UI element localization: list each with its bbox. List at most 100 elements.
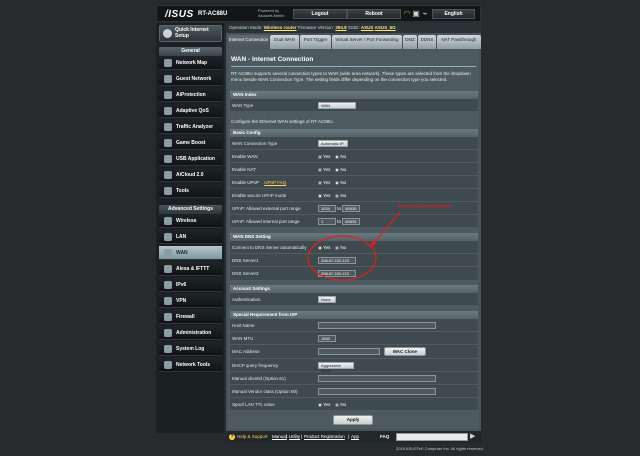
sidebar-item-wireless[interactable]: Wireless: [159, 214, 222, 228]
sidebar-item-vpn[interactable]: VPN: [159, 294, 222, 308]
secure-upnp-no-radio[interactable]: [335, 193, 340, 198]
sidebar-item-alexa-ifttt[interactable]: Alexa & IFTTT: [159, 262, 222, 276]
vendor-class-row: Manual Vendor class (Option 60): [230, 385, 478, 398]
sidebar-item-firewall[interactable]: Firewall: [159, 310, 222, 324]
enable-nat-no-radio[interactable]: [335, 167, 340, 172]
annotation-overlay: [307, 211, 401, 281]
language-select[interactable]: English: [432, 9, 475, 19]
enable-nat-yes-radio[interactable]: [318, 167, 322, 172]
page-title: WAN - Internet Connection: [231, 56, 314, 63]
sidebar-item-aiprotection[interactable]: AiProtection: [159, 88, 222, 102]
tab-internet-connection[interactable]: Internet Connection: [228, 35, 269, 49]
apply-button[interactable]: Apply: [333, 415, 373, 425]
enable-upnp-row: Enable UPnP UPnP FAQ Yes No: [230, 176, 478, 189]
sidebar-item-usb-application[interactable]: USB Application: [159, 152, 222, 166]
system-log-icon: [164, 345, 172, 353]
network-icon[interactable]: ▣: [412, 9, 420, 18]
tab-port-trigger[interactable]: Port Trigger: [300, 35, 331, 49]
tab-ddns[interactable]: DDNS: [418, 35, 436, 49]
configure-note: Configure the Ethernet WAN settings of R…: [231, 119, 334, 124]
wan-mtu-row: WAN MTU 1500: [230, 332, 478, 345]
upnp-faq-link[interactable]: UPnP FAQ: [264, 180, 286, 185]
ipv6-icon: [164, 281, 172, 289]
dhcp-frequency-select[interactable]: Aggressive Mode: [318, 362, 354, 373]
wan-mtu-input[interactable]: 1500: [318, 335, 336, 343]
wan-index-header: WAN Index: [230, 91, 478, 99]
vpn-icon: [164, 297, 172, 305]
wan-icon: [164, 249, 172, 257]
aiprotection-icon: [164, 91, 172, 99]
tab-nat-passthrough[interactable]: NAT Passthrough: [437, 35, 481, 49]
firmware-link[interactable]: 384.8: [335, 25, 346, 30]
copyright-text: 2018 ASUSTeK Computer Inc. All rights re…: [396, 446, 484, 451]
sidebar-item-game-boost[interactable]: Game Boost: [159, 136, 222, 150]
authentication-select[interactable]: None: [318, 296, 336, 304]
administration-icon: [164, 329, 172, 337]
host-name-row: Host Name: [230, 319, 478, 332]
sidebar-item-ipv6[interactable]: IPv6: [159, 278, 222, 292]
sidebar-item-adaptive-qos[interactable]: Adaptive QoS: [159, 104, 222, 118]
ssid-link[interactable]: ASUS: [361, 25, 374, 30]
top-bar: /ISUS RT-AC88U Powered by Asuswrt-Merlin …: [156, 5, 481, 22]
quick-internet-setup-button[interactable]: Quick Internet Setup: [159, 25, 222, 42]
spoof-ttl-yes-radio[interactable]: [318, 402, 322, 407]
sidebar-item-network-tools[interactable]: Network Tools: [159, 358, 222, 372]
product-registration-link[interactable]: Product Registration: [304, 431, 345, 443]
ssid-5g-link[interactable]: ASUS_5G: [375, 25, 396, 30]
usb-icon[interactable]: ⌁: [421, 9, 429, 18]
app-link[interactable]: App: [351, 431, 359, 443]
secure-upnp-yes-radio[interactable]: [318, 193, 322, 198]
enable-upnp-no-radio[interactable]: [335, 180, 340, 185]
annotation-text: OpenDNS FamilyShield: [398, 204, 451, 210]
sidebar-item-aicloud-2-0[interactable]: AiCloud 2.0: [159, 168, 222, 182]
enable-wan-yes-radio[interactable]: [318, 154, 322, 159]
logout-button[interactable]: Logout: [293, 9, 347, 19]
sidebar-item-tools[interactable]: Tools: [159, 184, 222, 198]
clientid-input[interactable]: [318, 375, 436, 383]
sidebar-item-system-log[interactable]: System Log: [159, 342, 222, 356]
faq-label: FAQ: [380, 434, 390, 439]
enable-nat-row: Enable NAT Yes No: [230, 163, 478, 176]
adaptive-qos-icon: [164, 107, 172, 115]
vendor-class-input[interactable]: [318, 388, 436, 396]
wifi-icon[interactable]: ◠: [403, 9, 411, 18]
host-name-input[interactable]: [318, 322, 436, 330]
spoof-ttl-no-radio[interactable]: [335, 402, 340, 407]
mac-address-input[interactable]: [318, 348, 380, 356]
quick-setup-icon: [163, 29, 172, 38]
quick-setup-label: Quick Internet Setup: [175, 27, 209, 39]
search-icon[interactable]: ▶: [470, 433, 478, 441]
tab-dual-wan[interactable]: Dual WAN: [270, 35, 299, 49]
page-description: RT-AC88U supports several connection typ…: [231, 71, 471, 82]
aicloud-2-0-icon: [164, 171, 172, 179]
guest-network-icon: [164, 75, 172, 83]
manual-link[interactable]: Manual: [272, 431, 287, 443]
operation-mode-link[interactable]: Wireless router: [264, 25, 297, 30]
enable-wan-no-radio[interactable]: [335, 154, 340, 159]
help-icon: ?: [229, 434, 235, 440]
enable-wan-row: Enable WAN Yes No: [230, 150, 478, 163]
connection-type-select[interactable]: Automatic IP: [318, 140, 348, 148]
isp-requirement-header: Special Requirement from ISP: [230, 311, 478, 319]
router-admin-page: /ISUS RT-AC88U Powered by Asuswrt-Merlin …: [0, 0, 640, 456]
sidebar-item-lan[interactable]: LAN: [159, 230, 222, 244]
enable-upnp-yes-radio[interactable]: [318, 180, 322, 185]
sidebar-item-network-map[interactable]: Network Map: [159, 56, 222, 70]
sidebar-item-wan[interactable]: WAN: [159, 246, 222, 260]
network-map-icon: [164, 59, 172, 67]
sidebar-item-traffic-analyzer[interactable]: Traffic Analyzer: [159, 120, 222, 134]
mac-clone-button[interactable]: MAC Clone: [384, 347, 426, 356]
faq-search-input[interactable]: [396, 433, 468, 441]
clientid-row: Manual clientid (Option 61): [230, 372, 478, 385]
traffic-analyzer-icon: [164, 123, 172, 131]
wan-type-select[interactable]: WAN: [318, 102, 356, 110]
sidebar-item-administration[interactable]: Administration: [159, 326, 222, 340]
reboot-button[interactable]: Reboot: [347, 9, 401, 19]
model-name: RT-AC88U: [198, 11, 228, 17]
lan-icon: [164, 233, 172, 241]
tab-dmz[interactable]: DMZ: [403, 35, 417, 49]
tab-virtual-server-port-forwarding[interactable]: Virtual Server / Port Forwarding: [332, 35, 402, 49]
utility-link[interactable]: Utility: [289, 431, 300, 443]
divider: [231, 66, 476, 67]
sidebar-item-guest-network[interactable]: Guest Network: [159, 72, 222, 86]
